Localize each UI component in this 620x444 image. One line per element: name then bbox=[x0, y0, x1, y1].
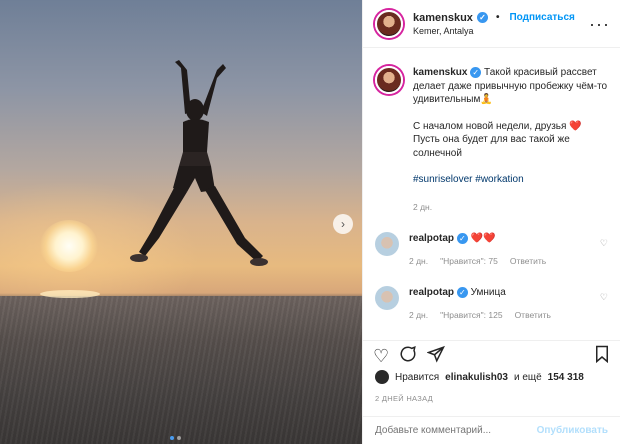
jumping-person-silhouette bbox=[130, 60, 268, 266]
comment-meta: 2 дн. "Нравится": 125 Ответить bbox=[409, 309, 590, 322]
sun-reflection bbox=[40, 290, 100, 298]
bookmark-icon[interactable] bbox=[594, 345, 610, 366]
caption-time[interactable]: 2 дн. bbox=[413, 201, 608, 215]
comment-body: realpotap ✓ ❤️❤️ 2 дн. "Нравится": 75 От… bbox=[409, 232, 590, 268]
hashtag-link[interactable]: #workation bbox=[475, 174, 523, 185]
caption-line-3: Пусть она будет для вас такой же солнечн… bbox=[413, 134, 570, 159]
comment-meta: 2 дн. "Нравится": 75 Ответить bbox=[409, 255, 590, 268]
caption-line-2: С началом новой недели, друзья bbox=[413, 120, 567, 132]
caption-body: kamenskux ✓ Такой красивый рассвет делае… bbox=[413, 66, 608, 214]
hashtag-link[interactable]: #sunriselover bbox=[413, 174, 472, 185]
action-bar: ♡ bbox=[363, 340, 620, 370]
add-comment-bar: Опубликовать bbox=[363, 416, 620, 444]
comment-icon[interactable] bbox=[399, 345, 417, 366]
verified-badge-icon: ✓ bbox=[456, 287, 468, 298]
author-name-row: kamenskux ✓ • Подписаться bbox=[413, 12, 575, 24]
comment-input[interactable] bbox=[375, 425, 537, 436]
likes-count[interactable]: 154 318 bbox=[548, 372, 584, 383]
commenter-username[interactable]: realpotap bbox=[409, 287, 454, 298]
post-details-panel: kamenskux ✓ • Подписаться Kemer, Antalya… bbox=[362, 0, 620, 444]
commenter-username[interactable]: realpotap bbox=[409, 233, 454, 244]
carousel-dots bbox=[170, 436, 181, 440]
next-photo-button[interactable]: › bbox=[333, 214, 353, 234]
comment-body: realpotap ✓ Умница 2 дн. "Нравится": 125… bbox=[409, 286, 590, 322]
like-comment-heart-icon[interactable]: ♡ bbox=[600, 292, 608, 303]
verified-badge-icon: ✓ bbox=[476, 12, 488, 23]
comment-item: realpotap ✓ ❤️❤️ 2 дн. "Нравится": 75 От… bbox=[375, 232, 608, 268]
post-location[interactable]: Kemer, Antalya bbox=[413, 26, 575, 36]
reply-button[interactable]: Ответить bbox=[515, 309, 551, 322]
beach bbox=[0, 296, 362, 444]
likes-suffix: и ещё bbox=[513, 371, 542, 383]
comment-time[interactable]: 2 дн. bbox=[409, 255, 428, 268]
commenter-avatar[interactable] bbox=[375, 232, 399, 256]
caption-avatar[interactable] bbox=[375, 66, 403, 94]
post-caption: kamenskux ✓ Такой красивый рассвет делае… bbox=[375, 66, 608, 214]
liker-username[interactable]: elinakulish03 bbox=[445, 372, 508, 383]
sun bbox=[40, 220, 98, 272]
comment-text: ❤️❤️ bbox=[470, 233, 496, 244]
likes-summary: Нравится elinakulish03 и ещё 154 318 bbox=[375, 370, 584, 384]
meditation-emoji-icon: 🧘 bbox=[480, 94, 493, 105]
post-photo[interactable]: › bbox=[0, 0, 362, 444]
comment-likes[interactable]: "Нравится": 125 bbox=[440, 309, 502, 322]
share-icon[interactable] bbox=[426, 345, 446, 366]
comment-item: realpotap ✓ Умница 2 дн. "Нравится": 125… bbox=[375, 286, 608, 322]
like-comment-heart-icon[interactable]: ♡ bbox=[600, 238, 608, 249]
likes-prefix: Нравится bbox=[395, 371, 440, 383]
author-username[interactable]: kamenskux bbox=[413, 12, 473, 24]
comments-section: kamenskux ✓ Такой красивый рассвет делае… bbox=[363, 56, 620, 334]
separator: • bbox=[495, 12, 500, 23]
author-avatar[interactable] bbox=[375, 9, 403, 38]
heart-emoji-icon: ❤️ bbox=[569, 120, 582, 132]
comment-text: Умница bbox=[470, 287, 506, 298]
verified-badge-icon: ✓ bbox=[470, 67, 482, 78]
caption-username[interactable]: kamenskux bbox=[413, 67, 467, 78]
more-horizontal-icon[interactable]: ··· bbox=[589, 14, 610, 35]
liker-avatar[interactable] bbox=[375, 370, 389, 384]
follow-button[interactable]: Подписаться bbox=[509, 12, 574, 23]
comment-likes[interactable]: "Нравится": 75 bbox=[440, 255, 498, 268]
publish-button[interactable]: Опубликовать bbox=[537, 425, 608, 436]
post-header: kamenskux ✓ • Подписаться Kemer, Antalya… bbox=[363, 0, 620, 48]
heart-icon[interactable]: ♡ bbox=[373, 347, 389, 365]
reply-button[interactable]: Ответить bbox=[510, 255, 546, 268]
post-date[interactable]: 2 ДНЕЙ НАЗАД bbox=[375, 394, 433, 403]
verified-badge-icon: ✓ bbox=[456, 233, 468, 244]
commenter-avatar[interactable] bbox=[375, 286, 399, 310]
comment-time[interactable]: 2 дн. bbox=[409, 309, 428, 322]
carousel-dot bbox=[177, 436, 181, 440]
author-info: kamenskux ✓ • Подписаться Kemer, Antalya bbox=[413, 12, 575, 36]
carousel-dot bbox=[170, 436, 174, 440]
hashtags: #sunriselover #workation bbox=[413, 173, 608, 187]
